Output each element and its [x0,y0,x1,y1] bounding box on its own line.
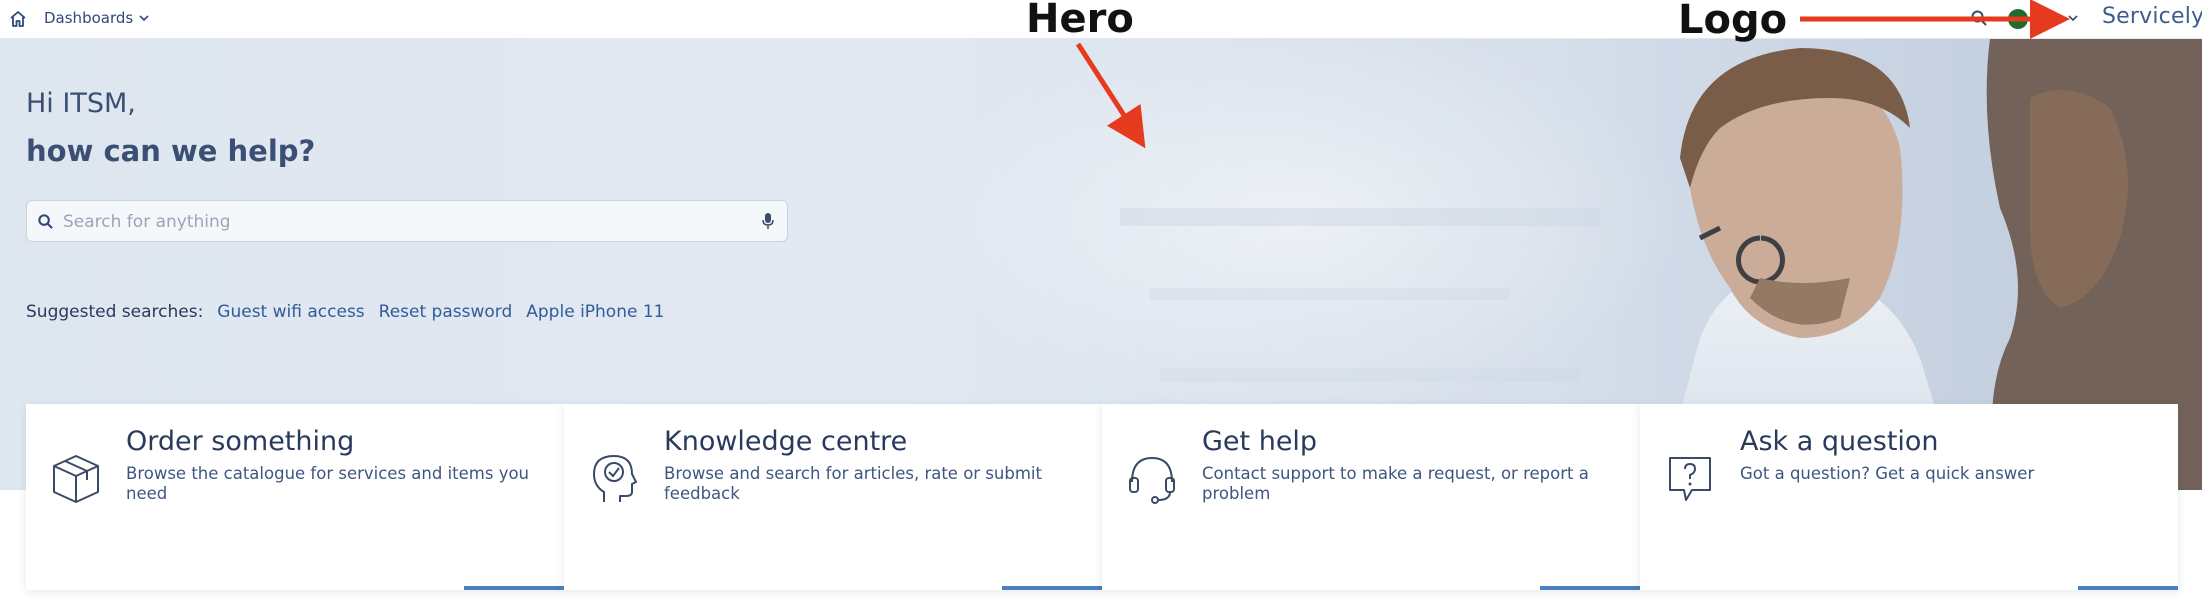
head-check-icon [593,455,637,502]
card-ask-a-question[interactable]: Ask a question Got a question? Get a qui… [1640,404,2178,590]
chevron-down-icon[interactable] [2068,13,2078,23]
hero-search-box[interactable] [26,200,788,243]
card-title: Order something [126,426,355,457]
card-title: Get help [1202,426,1318,457]
headset-icon [1129,456,1175,504]
card-get-help[interactable]: Get help Contact support to make a reque… [1102,404,1640,590]
card-description: Contact support to make a request, or re… [1202,464,1589,503]
annotation-hero-label: Hero [1026,0,1134,42]
greeting-text: Hi ITSM, [26,88,136,119]
question-bubble-icon [1669,457,1711,501]
brand-logo[interactable]: Servicely [2102,4,2202,29]
annotation-logo-label: Logo [1678,0,1788,43]
card-description: Browse and search for articles, rate or … [664,464,1042,503]
suggested-link-guest-wifi[interactable]: Guest wifi access [217,302,364,322]
search-input[interactable] [61,201,755,243]
microphone-icon[interactable] [761,212,775,230]
quick-action-cards: Order something Browse the catalogue for… [26,404,2178,590]
card-title: Knowledge centre [664,426,908,457]
card-accent-bar [1540,586,1640,590]
user-avatar[interactable] [2008,9,2028,29]
card-accent-bar [2078,586,2178,590]
card-accent-bar [464,586,564,590]
card-order-something[interactable]: Order something Browse the catalogue for… [26,404,564,590]
chevron-down-icon [139,15,149,22]
suggested-link-apple-iphone[interactable]: Apple iPhone 11 [526,302,664,322]
suggested-label: Suggested searches: [26,302,204,322]
card-description: Got a question? Get a quick answer [1740,464,2035,483]
suggested-link-reset-password[interactable]: Reset password [379,302,513,322]
suggested-searches: Suggested searches: Guest wifi access Re… [26,302,664,322]
card-knowledge-centre[interactable]: Knowledge centre Browse and search for a… [564,404,1102,590]
dashboards-menu[interactable]: Dashboards [44,9,149,27]
home-icon[interactable] [8,10,28,28]
card-accent-bar [1002,586,1102,590]
search-icon[interactable] [1970,9,1988,27]
card-description: Browse the catalogue for services and it… [126,464,530,503]
help-heading: how can we help? [26,134,316,168]
card-title: Ask a question [1740,426,1939,457]
dashboards-label: Dashboards [44,9,134,27]
search-icon [38,214,53,229]
box-icon [53,455,99,503]
